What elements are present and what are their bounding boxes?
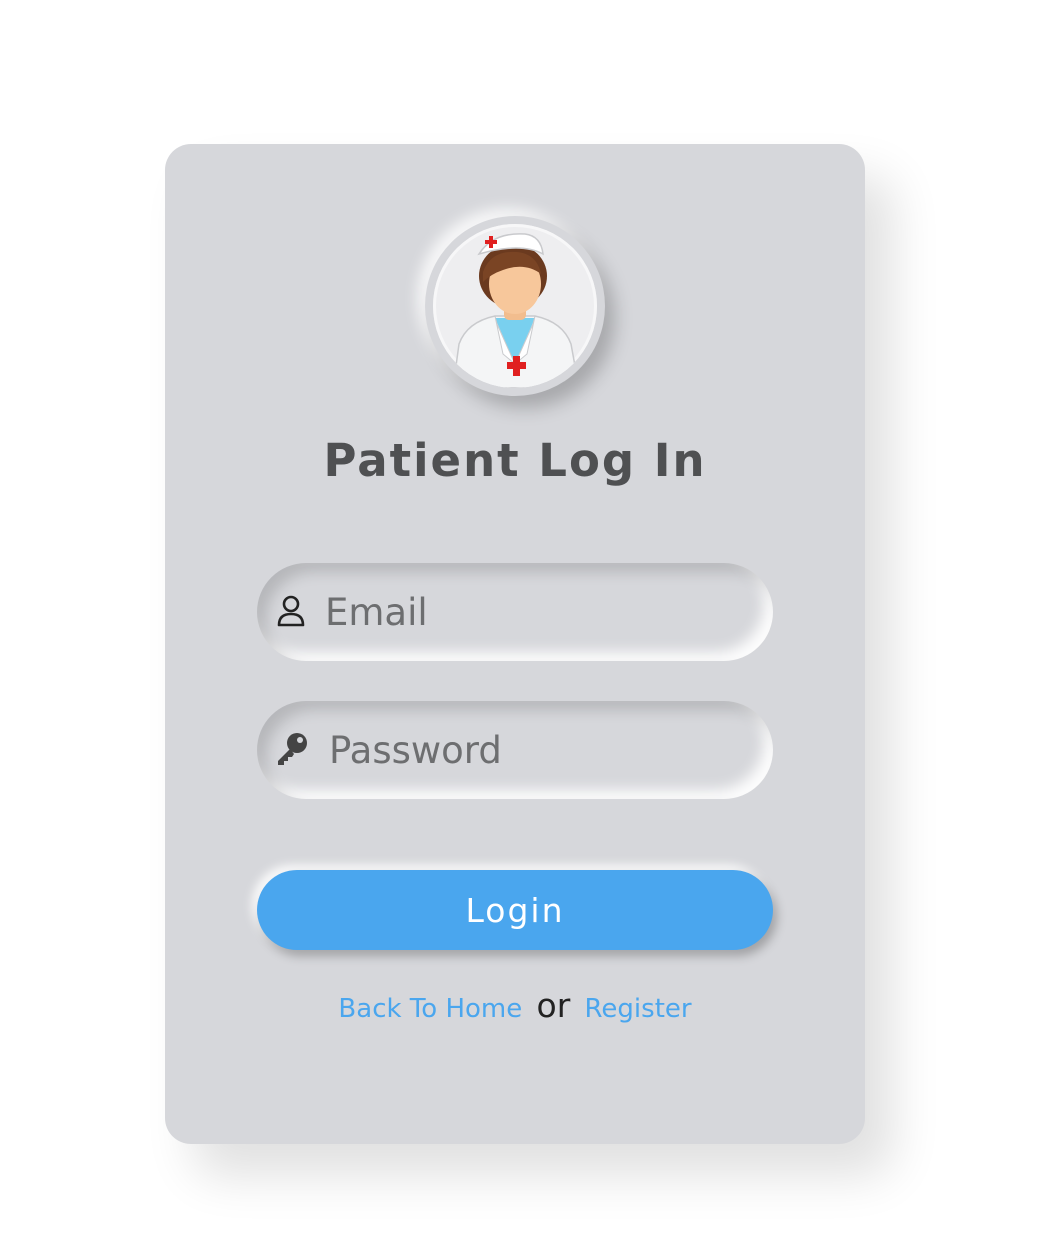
avatar-frame	[425, 216, 605, 396]
password-input[interactable]	[329, 701, 749, 799]
footer-links: Back To Home or Register	[165, 986, 865, 1025]
user-icon	[275, 594, 307, 628]
register-link[interactable]: Register	[585, 994, 692, 1024]
page-title: Patient Log In	[323, 434, 707, 487]
password-field-container	[257, 701, 773, 799]
key-icon	[275, 732, 307, 766]
email-input[interactable]	[325, 563, 745, 661]
or-separator: or	[536, 986, 571, 1025]
back-to-home-link[interactable]: Back To Home	[338, 994, 522, 1024]
login-button[interactable]: Login	[257, 870, 773, 950]
doctor-avatar-icon	[433, 224, 597, 388]
login-card: Patient Log In Login Back To Home or Reg…	[165, 144, 865, 1144]
email-field-container	[257, 563, 773, 661]
